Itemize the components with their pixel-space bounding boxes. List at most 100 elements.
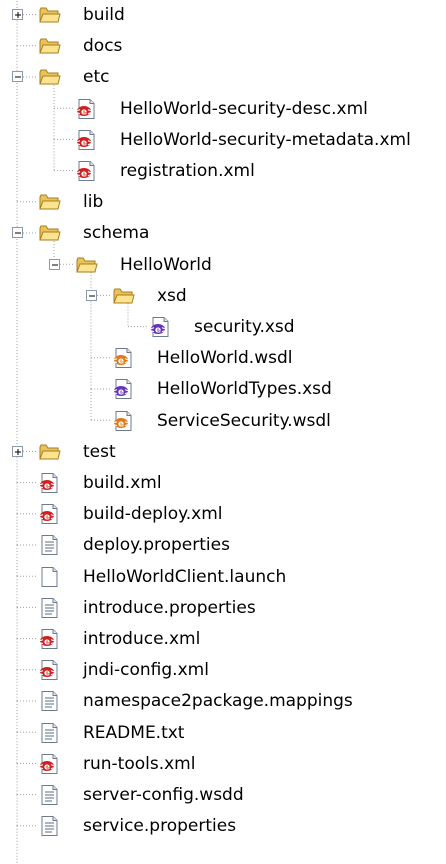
tree-item-label: docs [83, 36, 123, 57]
tree-item-label: lib [83, 192, 104, 213]
collapse-icon[interactable] [86, 289, 97, 301]
tree-item-namespace2package-mappings[interactable]: namespace2package.mappings [0, 685, 446, 717]
folder-icon [39, 67, 61, 87]
tree-item-deploy-properties[interactable]: deploy.properties [0, 529, 446, 561]
xml-file-icon: <e> [76, 161, 98, 181]
text-file-icon [39, 785, 61, 805]
tree-item-label: HelloWorldClient.launch [83, 566, 287, 587]
tree-item-servicesecurity-wsdl[interactable]: <e> ServiceSecurity.wsdl [0, 405, 446, 437]
tree-item-server-config-wsdd[interactable]: server-config.wsdd [0, 779, 446, 811]
tree-item-build-xml[interactable]: <e> build.xml [0, 467, 446, 499]
tree-item-helloworld-security-metadata-xml[interactable]: <e> HelloWorld-security-metadata.xml [0, 124, 446, 156]
tree-item-label: namespace2package.mappings [83, 691, 353, 712]
svg-text:<e>: <e> [150, 326, 169, 336]
tree-item-label: etc [83, 67, 110, 88]
svg-text:<e>: <e> [76, 170, 95, 180]
collapse-icon[interactable] [49, 258, 60, 270]
svg-text:<e>: <e> [39, 762, 58, 772]
tree-item-helloworldclient-launch[interactable]: HelloWorldClient.launch [0, 561, 446, 593]
tree-item-run-tools-xml[interactable]: <e> run-tools.xml [0, 748, 446, 780]
folder-icon [39, 36, 61, 56]
xsd-file-icon: <e> [113, 379, 135, 400]
xml-file-icon: <e> [39, 504, 61, 525]
tree-item-introduce-xml[interactable]: <e> introduce.xml [0, 623, 446, 655]
tree-item-xsd[interactable]: xsd [0, 280, 446, 312]
tree-item-label: build-deploy.xml [83, 504, 223, 525]
xml-file-icon: <e> [39, 660, 61, 681]
folder-icon [76, 255, 98, 275]
folder-icon [39, 223, 61, 243]
svg-text:<e>: <e> [76, 107, 95, 117]
tree-item-label: build [83, 5, 125, 25]
tree-item-label: deploy.properties [83, 535, 230, 556]
tree-item-label: service.properties [83, 816, 237, 837]
tree-item-label: introduce.xml [83, 629, 201, 649]
svg-text:<e>: <e> [39, 513, 58, 523]
tree-item-label: README.txt [83, 722, 185, 743]
tree-item-service-properties[interactable]: service.properties [0, 810, 446, 842]
svg-text:<e>: <e> [39, 638, 58, 648]
tree-item-helloworldtypes-xsd[interactable]: <e> HelloWorldTypes.xsd [0, 373, 446, 405]
tree-item-build[interactable]: build [0, 0, 446, 31]
tree-item-helloworld-wsdl[interactable]: <e> HelloWorld.wsdl [0, 342, 446, 374]
tree-item-label: server-config.wsdd [83, 785, 244, 805]
xml-file-icon: <e> [76, 98, 98, 119]
svg-text:<e>: <e> [113, 388, 132, 398]
folder-icon [39, 192, 61, 212]
expand-icon[interactable] [12, 445, 23, 457]
tree-item-jndi-config-xml[interactable]: <e> jndi-config.xml [0, 654, 446, 686]
tree-item-label: introduce.properties [83, 597, 256, 618]
text-file-icon [39, 816, 61, 837]
svg-text:<e>: <e> [39, 669, 58, 679]
folder-icon [39, 5, 61, 25]
tree-item-label: HelloWorld-security-desc.xml [120, 98, 368, 119]
wsdl-file-icon: <e> [113, 410, 135, 431]
tree-item-security-xsd[interactable]: <e> security.xsd [0, 311, 446, 343]
svg-text:<e>: <e> [39, 482, 58, 492]
tree-item-docs[interactable]: docs [0, 30, 446, 62]
tree-item-label: HelloWorld.wsdl [157, 348, 293, 369]
xml-file-icon: <e> [39, 753, 61, 774]
folder-icon [39, 442, 61, 462]
blank-file-icon [39, 566, 61, 587]
collapse-icon[interactable] [12, 227, 23, 239]
xsd-file-icon: <e> [150, 317, 172, 337]
folder-icon [113, 286, 135, 306]
tree-item-introduce-properties[interactable]: introduce.properties [0, 592, 446, 624]
xml-file-icon: <e> [76, 129, 98, 150]
tree-item-label: security.xsd [194, 317, 295, 337]
tree-item-label: schema [83, 223, 150, 244]
tree-item-schema[interactable]: schema [0, 217, 446, 249]
svg-text:<e>: <e> [76, 138, 95, 148]
tree-item-label: HelloWorldTypes.xsd [157, 379, 332, 400]
expand-icon[interactable] [12, 9, 23, 20]
tree-item-lib[interactable]: lib [0, 186, 446, 218]
text-file-icon [39, 597, 61, 618]
tree-item-helloworld[interactable]: HelloWorld [0, 249, 446, 281]
text-file-icon [39, 691, 61, 712]
tree-item-label: ServiceSecurity.wsdl [157, 410, 331, 431]
tree-item-label: HelloWorld [120, 254, 212, 275]
tree-item-label: jndi-config.xml [83, 660, 209, 681]
text-file-icon [39, 722, 61, 743]
xml-file-icon: <e> [39, 629, 61, 649]
svg-text:<e>: <e> [113, 419, 132, 429]
tree-item-label: test [83, 441, 116, 462]
tree-item-label: run-tools.xml [83, 753, 196, 774]
tree-item-build-deploy-xml[interactable]: <e> build-deploy.xml [0, 498, 446, 530]
text-file-icon [39, 535, 61, 556]
svg-text:<e>: <e> [113, 357, 132, 367]
tree-item-registration-xml[interactable]: <e> registration.xml [0, 155, 446, 187]
tree-item-label: registration.xml [120, 161, 255, 181]
project-tree: build docs etc <e> HelloWorld-security-desc.… [0, 0, 446, 864]
tree-item-label: HelloWorld-security-metadata.xml [120, 129, 411, 150]
tree-item-label: build.xml [83, 473, 162, 493]
collapse-icon[interactable] [12, 71, 23, 83]
tree-item-test[interactable]: test [0, 436, 446, 468]
tree-item-etc[interactable]: etc [0, 61, 446, 93]
wsdl-file-icon: <e> [113, 348, 135, 369]
tree-item-label: xsd [157, 285, 187, 306]
xml-file-icon: <e> [39, 473, 61, 493]
tree-item-readme-txt[interactable]: README.txt [0, 717, 446, 749]
tree-item-helloworld-security-desc-xml[interactable]: <e> HelloWorld-security-desc.xml [0, 93, 446, 125]
